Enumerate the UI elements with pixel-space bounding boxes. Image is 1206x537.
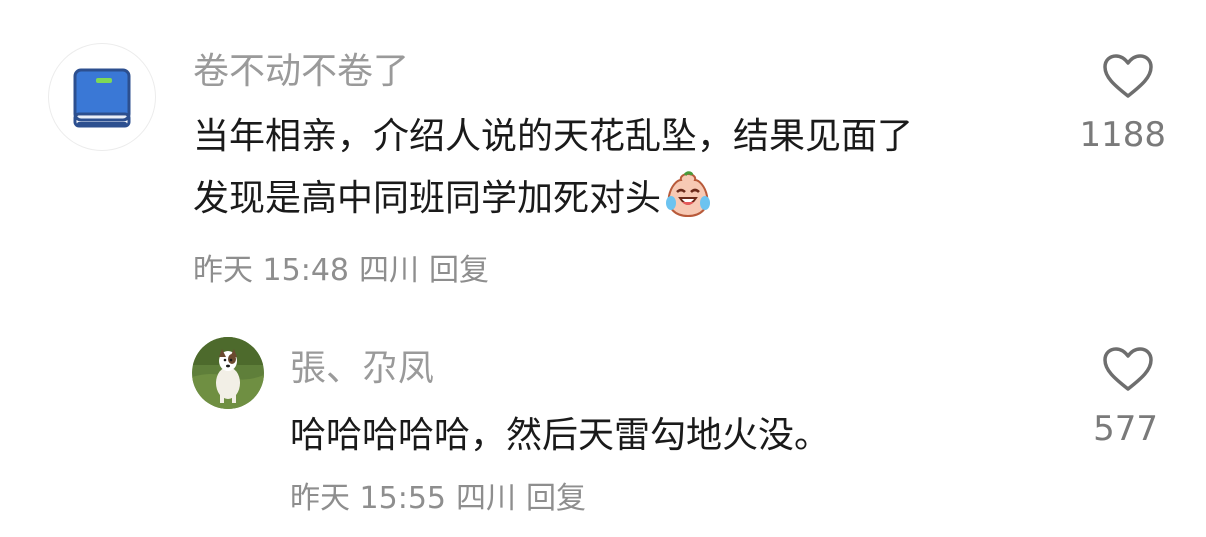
comment-text-line: 发现是高中同班同学加死对头	[193, 178, 662, 219]
heart-icon[interactable]	[1102, 346, 1154, 392]
avatar[interactable]	[48, 43, 156, 151]
comment-text-line: 哈哈哈哈哈，然后天雷勾地火没。	[290, 415, 831, 456]
username[interactable]: 張、尕凤	[290, 351, 434, 387]
like-count: 1188	[1079, 115, 1166, 155]
comment-item: 張、尕凤 哈哈哈哈哈，然后天雷勾地火没。 昨天 15:55 四川 回复 577	[0, 320, 1206, 537]
comment-location: 四川	[359, 253, 419, 288]
reply-button[interactable]: 回复	[526, 481, 586, 516]
dog-photo	[192, 337, 264, 409]
comment-time: 昨天 15:48	[193, 253, 349, 288]
comment-item: 卷不动不卷了 当年相亲，介绍人说的天花乱坠，结果见面了 发现是高中同班同学加死对…	[0, 0, 1206, 300]
heart-icon[interactable]	[1102, 53, 1154, 99]
laughing-crying-emoji-icon	[666, 171, 711, 218]
comment-text: 哈哈哈哈哈，然后天雷勾地火没。	[290, 405, 830, 467]
like-count: 577	[1093, 409, 1158, 449]
comment-text-line: 当年相亲，介绍人说的天花乱坠，结果见面了	[193, 116, 914, 157]
avatar[interactable]	[192, 337, 264, 409]
comment-text: 当年相亲，介绍人说的天花乱坠，结果见面了 发现是高中同班同学加死对头	[193, 106, 913, 230]
blue-book-icon	[73, 68, 131, 128]
username[interactable]: 卷不动不卷了	[193, 54, 409, 90]
comment-meta: 昨天 15:55 四川 回复	[290, 484, 596, 514]
reply-button[interactable]: 回复	[429, 253, 489, 288]
comment-meta: 昨天 15:48 四川 回复	[193, 256, 499, 286]
comment-time: 昨天 15:55	[290, 481, 446, 516]
comment-location: 四川	[456, 481, 516, 516]
comment-text-line-2: 发现是高中同班同学加死对头	[193, 168, 913, 230]
